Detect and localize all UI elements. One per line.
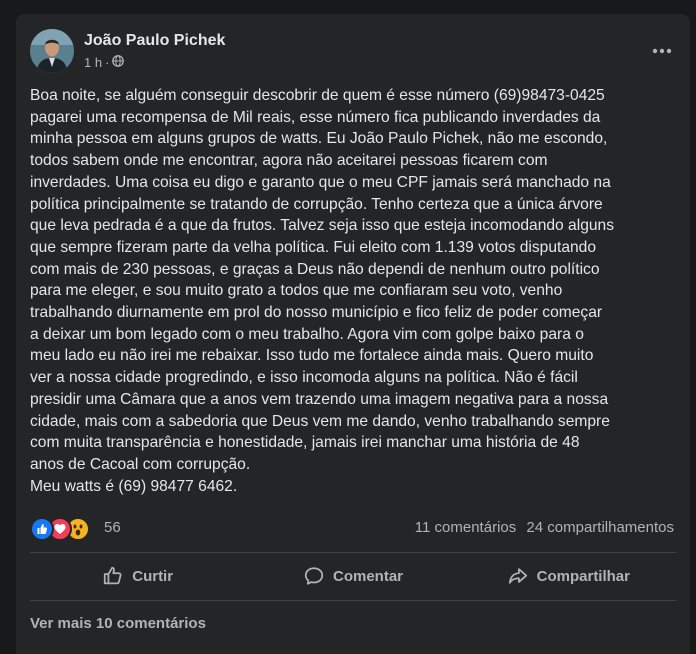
divider-top: [30, 552, 676, 553]
share-button[interactable]: Compartilhar: [461, 558, 676, 594]
reaction-icons[interactable]: [30, 517, 96, 541]
comment-label: Comentar: [332, 567, 403, 585]
shares-count[interactable]: 24 compartilhamentos: [526, 519, 674, 536]
share-label: Compartilhar: [536, 567, 630, 585]
reactions-bar: 56 11 comentários 24 compartilhamentos: [30, 515, 676, 541]
post-time[interactable]: 1 h: [84, 55, 102, 70]
share-arrow-icon: [508, 568, 527, 584]
reaction-count[interactable]: 56: [104, 519, 121, 536]
ellipsis-icon: [652, 48, 672, 54]
divider-bottom: [30, 600, 676, 601]
post-card: João Paulo Pichek 1 h · Boa noite, se al…: [16, 14, 690, 654]
like-label: Curtir: [132, 567, 174, 585]
engagement-stats: 11 comentários 24 compartilhamentos: [409, 519, 674, 536]
globe-icon: [112, 55, 125, 70]
action-bar: Curtir Comentar Compartilhar: [30, 558, 676, 594]
avatar-image: [30, 29, 74, 73]
more-options-button[interactable]: [650, 39, 674, 63]
comments-count[interactable]: 11 comentários: [415, 519, 516, 536]
see-more-comments-link[interactable]: Ver mais 10 comentários: [30, 615, 206, 632]
author-name[interactable]: João Paulo Pichek: [84, 32, 225, 50]
meta-separator: ·: [105, 55, 110, 70]
comment-bubble-icon: [304, 567, 324, 585]
post-text: Boa noite, se alguém conseguir descobrir…: [30, 87, 615, 495]
like-button[interactable]: Curtir: [30, 558, 245, 594]
avatar[interactable]: [30, 29, 74, 73]
thumbs-up-icon: [104, 566, 122, 585]
comment-button[interactable]: Comentar: [245, 558, 460, 594]
post-header: João Paulo Pichek 1 h ·: [30, 29, 676, 73]
like-icon: [30, 517, 54, 541]
post-meta: 1 h ·: [84, 55, 125, 70]
